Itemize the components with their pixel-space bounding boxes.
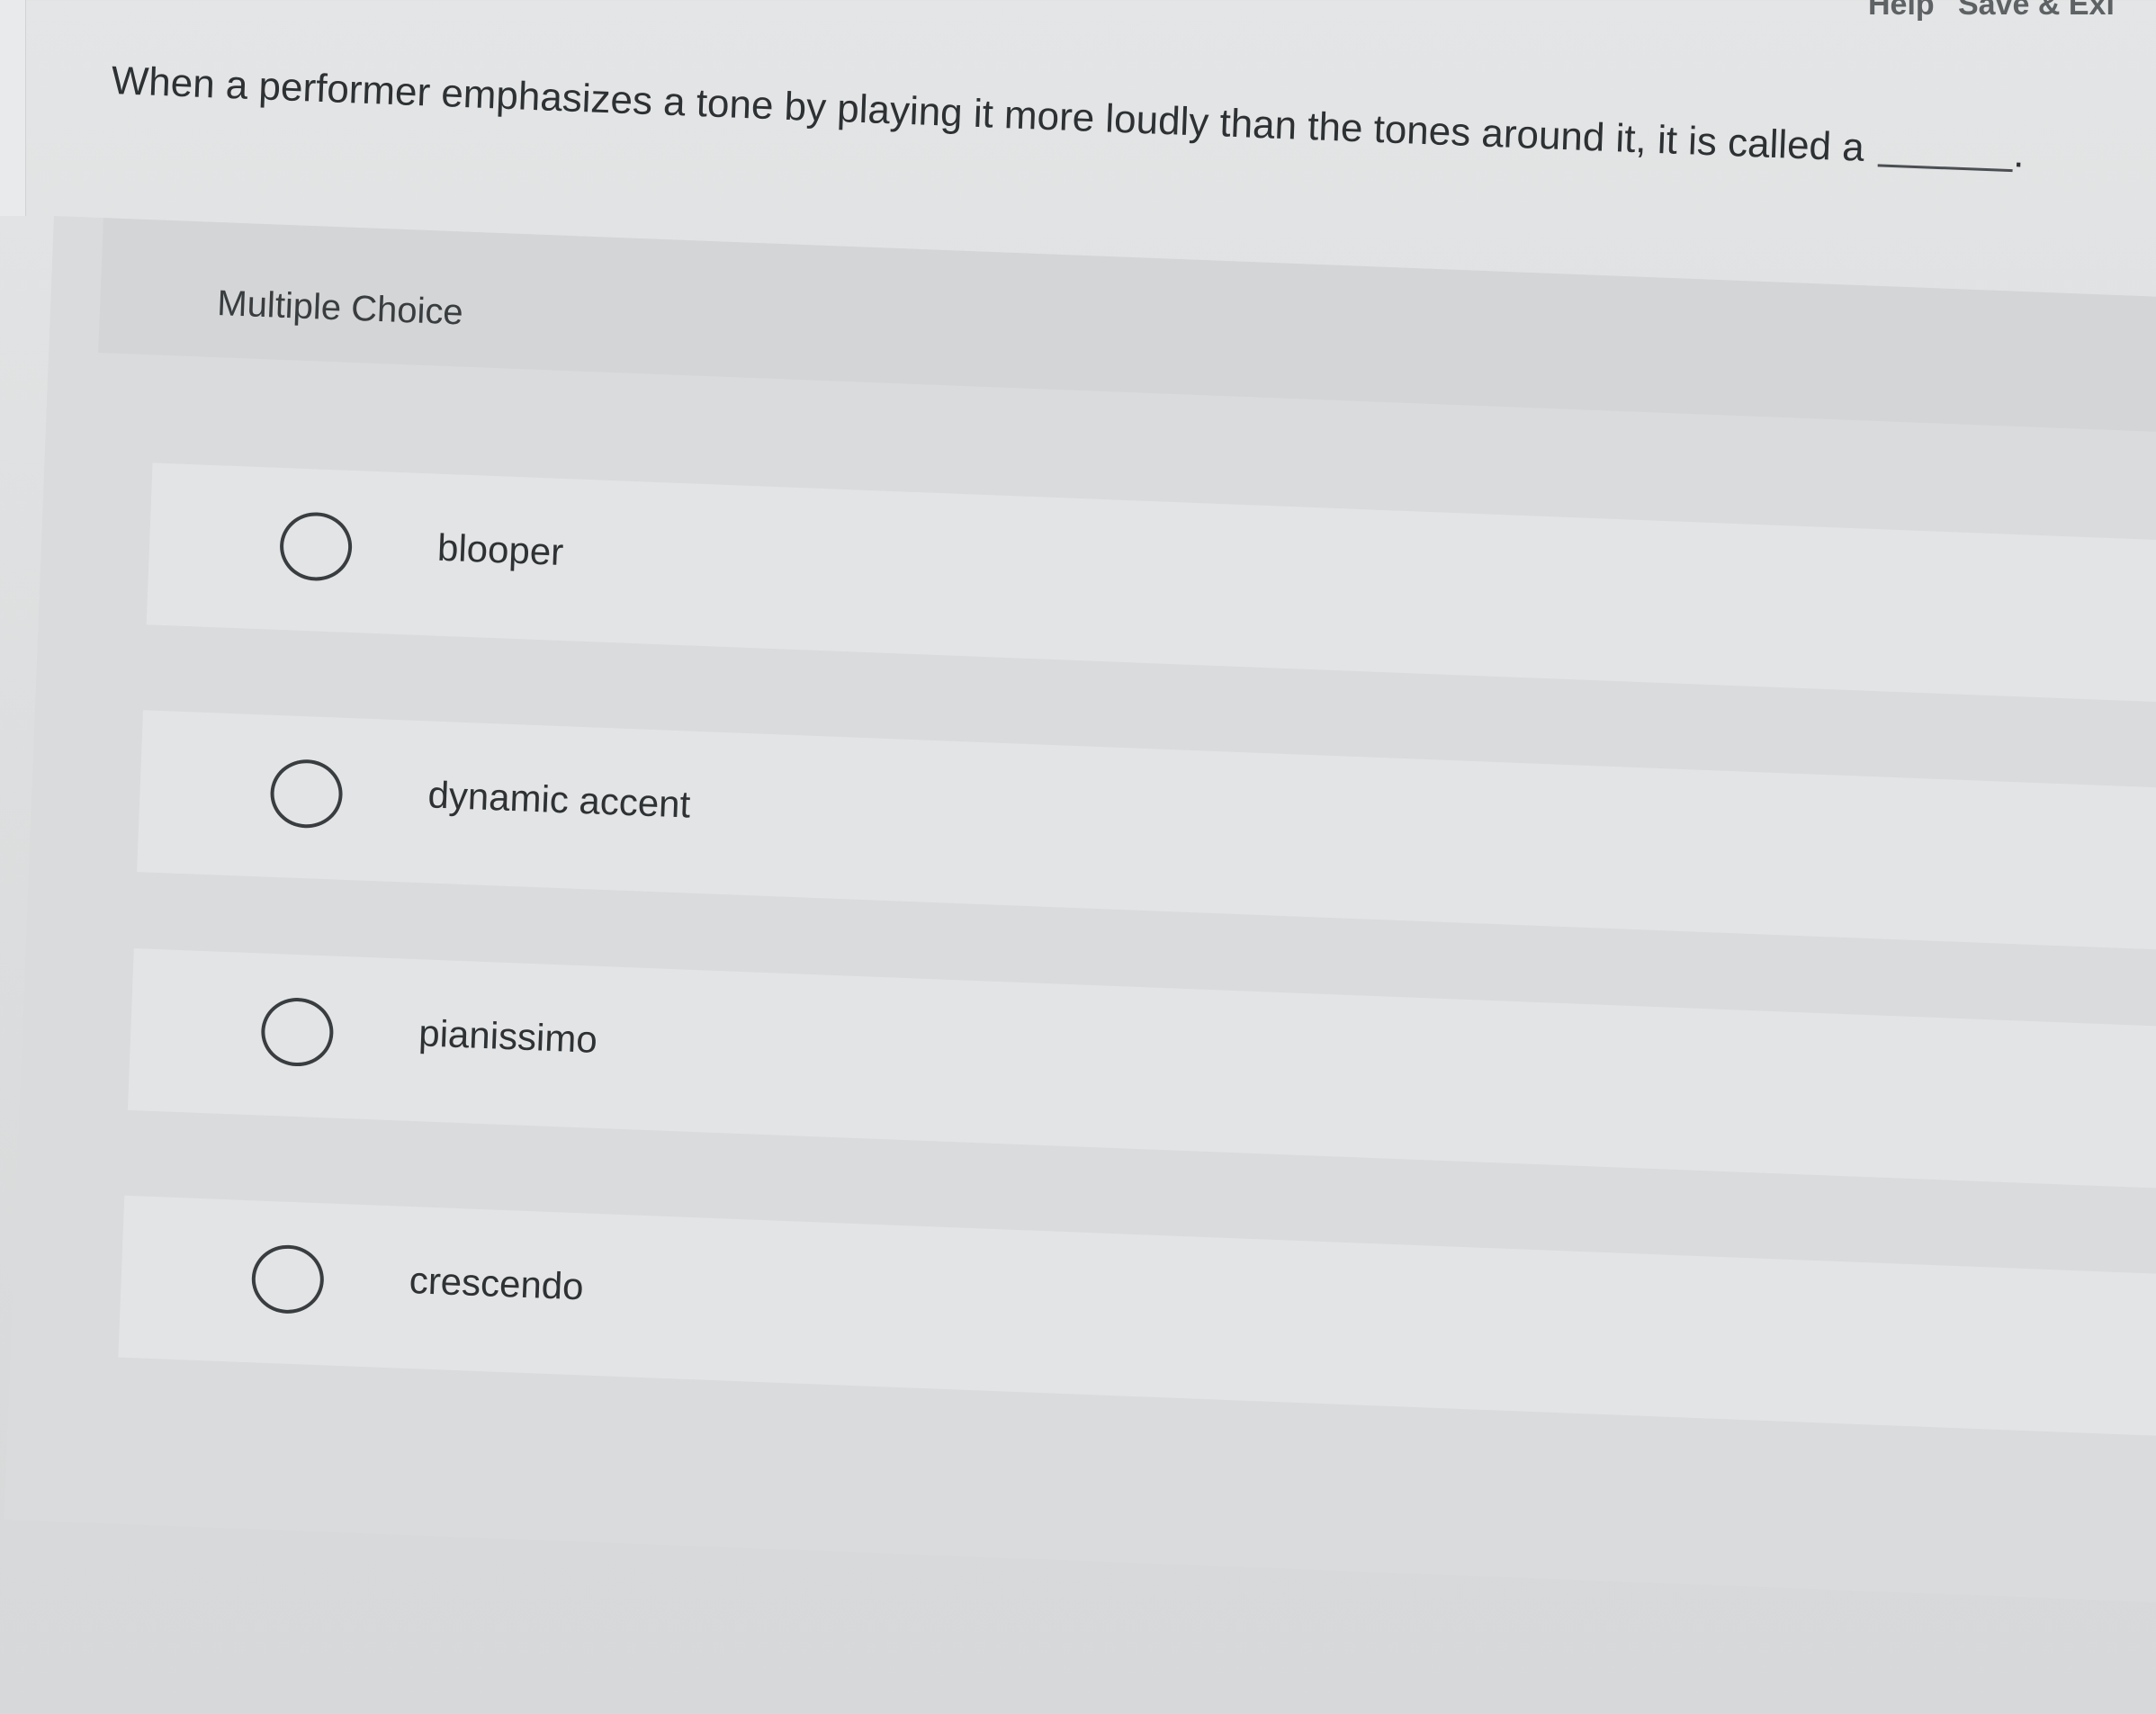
- option-label[interactable]: blooper: [436, 526, 564, 574]
- option-label[interactable]: pianissimo: [418, 1011, 598, 1062]
- option-label[interactable]: dynamic accent: [427, 773, 691, 826]
- answer-option-pianissimo[interactable]: pianissimo: [127, 948, 2156, 1190]
- left-edge-panel: [0, 0, 26, 216]
- top-nav: Help Save & Exi: [1778, 0, 2156, 36]
- answer-blank: [1877, 164, 2013, 173]
- save-exit-button[interactable]: Save & Exi: [1958, 0, 2115, 22]
- answer-option-dynamic-accent[interactable]: dynamic accent: [137, 710, 2156, 952]
- question-text-line: When a performer emphasizes a tone by pl…: [111, 54, 2091, 184]
- question-text: When a performer emphasizes a tone by pl…: [110, 58, 1865, 170]
- radio-button-icon[interactable]: [259, 996, 335, 1068]
- answer-option-crescendo[interactable]: crescendo: [118, 1195, 2156, 1437]
- help-link[interactable]: Help: [1868, 0, 1935, 22]
- radio-button-icon[interactable]: [278, 510, 354, 582]
- answer-option-blooper[interactable]: blooper: [146, 462, 2156, 704]
- radio-button-icon[interactable]: [250, 1243, 326, 1315]
- option-label[interactable]: crescendo: [409, 1259, 584, 1308]
- multiple-choice-panel: Multiple Choice blooper dynamic accent p…: [4, 216, 2156, 1603]
- question-end-punct: .: [2012, 131, 2026, 176]
- radio-button-icon[interactable]: [269, 758, 344, 830]
